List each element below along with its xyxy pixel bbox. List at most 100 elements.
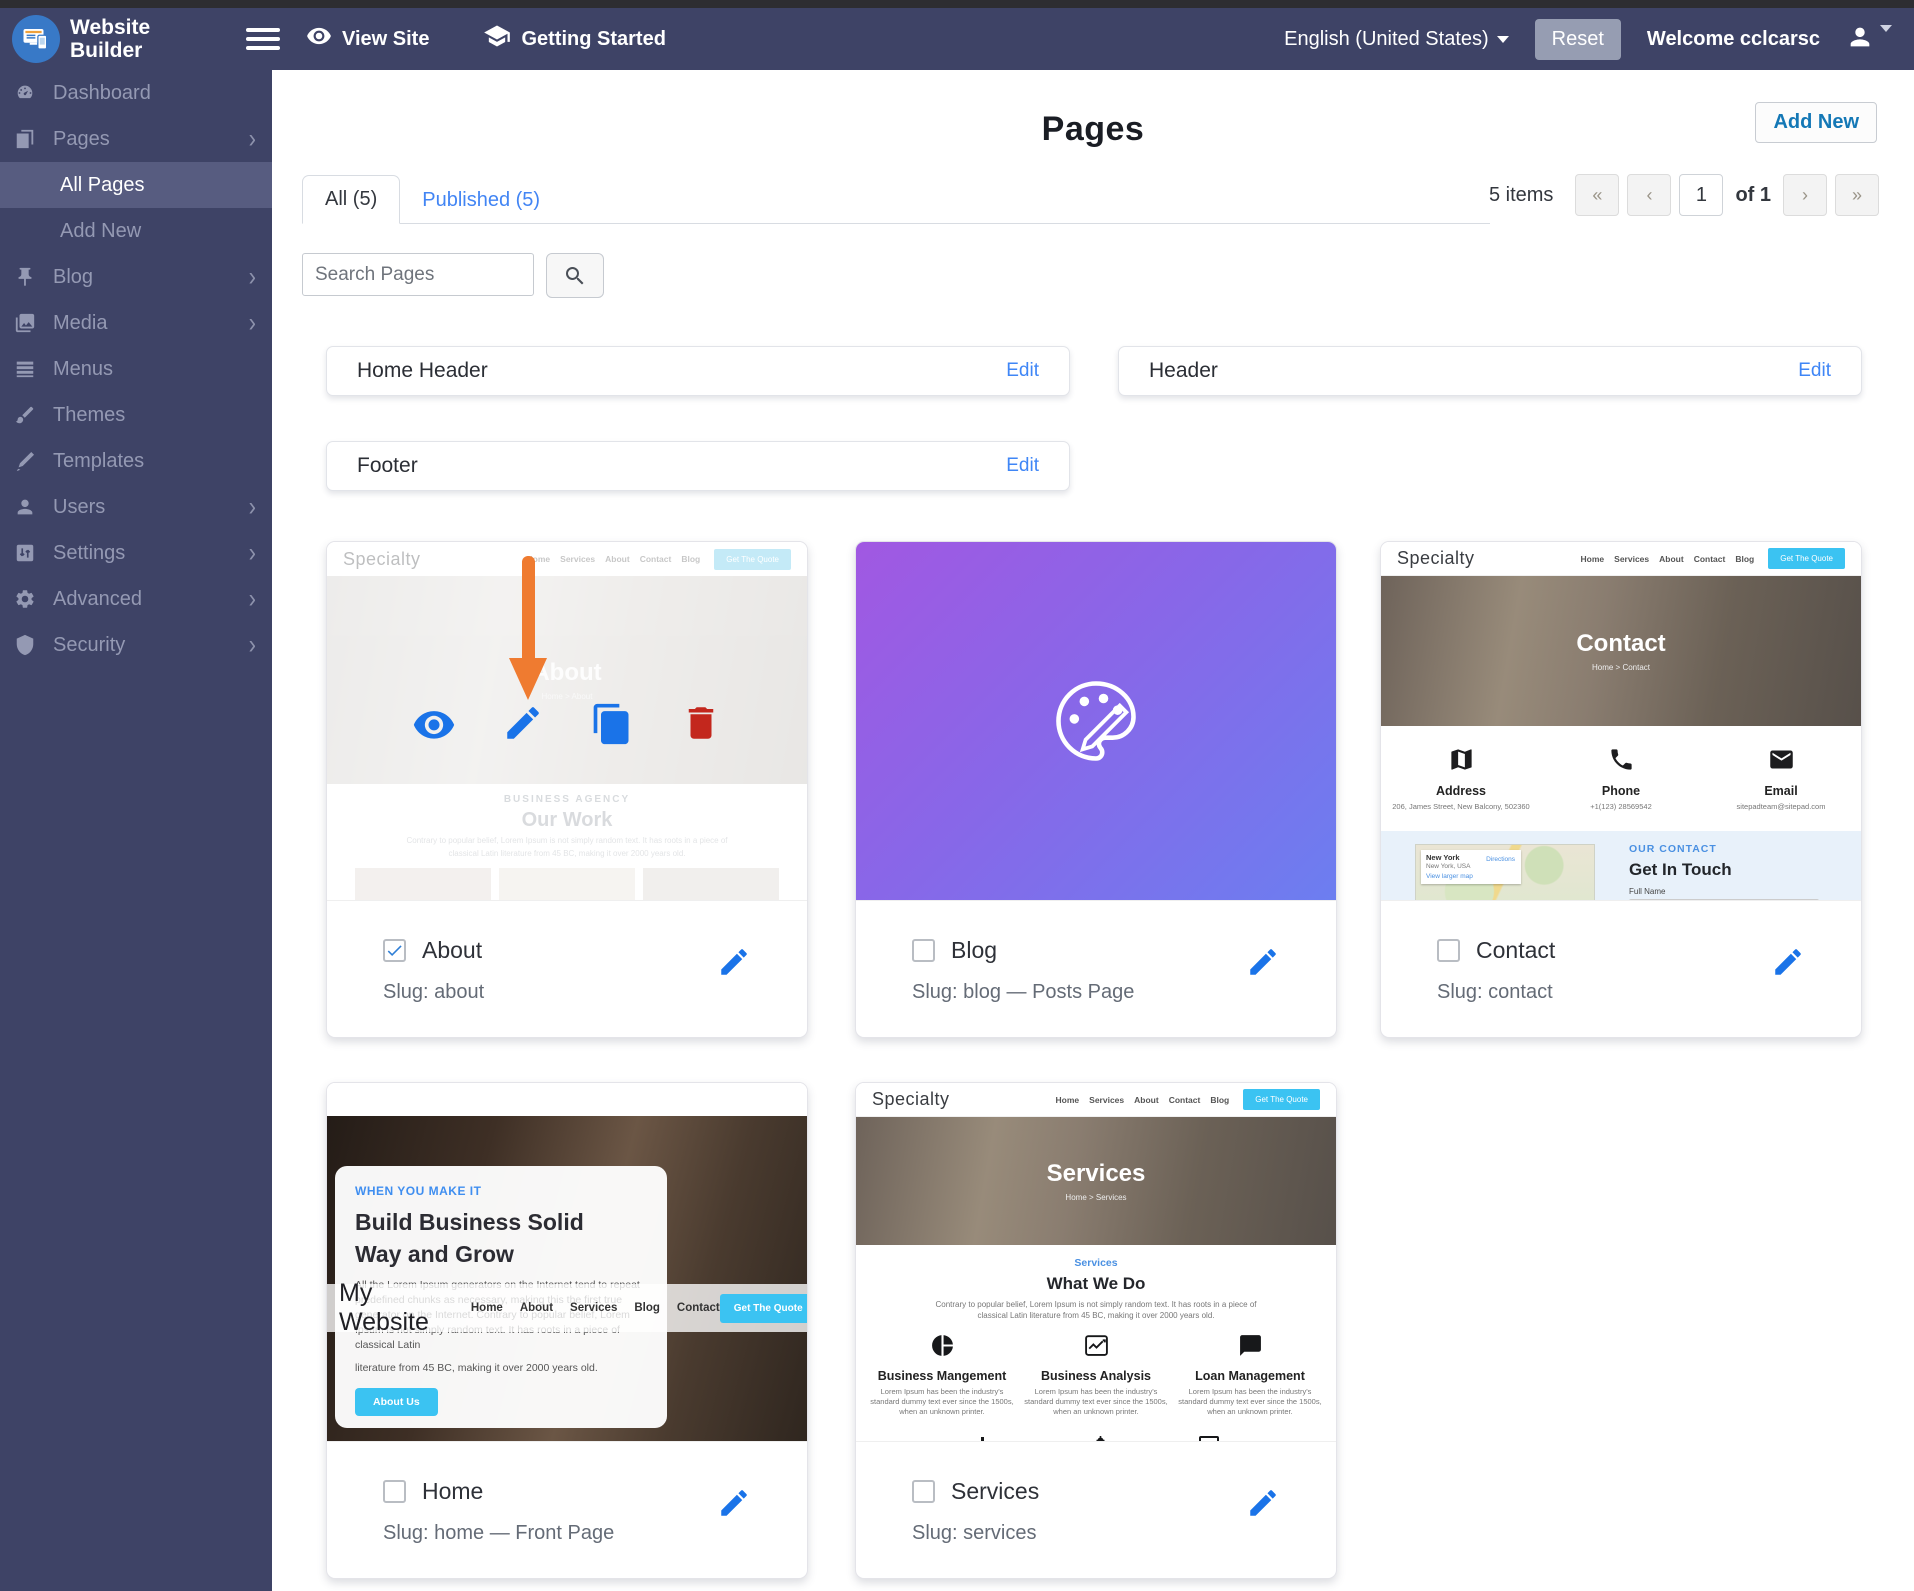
map-preview: New York New York, USA View larger map D… [1415, 844, 1595, 901]
sidebar-item-templates[interactable]: Templates [0, 438, 272, 484]
user-icon [14, 496, 36, 518]
app-logo[interactable]: Website Builder [0, 15, 272, 63]
view-site-button[interactable]: View Site [306, 23, 429, 55]
getting-started-label: Getting Started [521, 28, 665, 51]
edit-link[interactable]: Edit [1006, 455, 1039, 477]
sidebar-item-label: Security [53, 634, 125, 657]
sidebar-item-label: Themes [53, 404, 125, 427]
edit-pencil-icon[interactable] [1246, 945, 1280, 979]
welcome-user-label: Welcome cclcarsc [1647, 28, 1820, 51]
sidebar-item-add-new[interactable]: Add New [0, 208, 272, 254]
page-checkbox[interactable] [912, 939, 935, 962]
about-us-button-preview: About Us [355, 1388, 438, 1416]
page-thumbnail[interactable]: Specialty HomeServicesAboutContactBlog G… [327, 542, 807, 901]
sidebar-item-settings[interactable]: Settings › [0, 530, 272, 576]
preview-cta: Get The Quote [714, 549, 791, 570]
next-page-button[interactable]: › [1783, 174, 1827, 216]
main-content: Pages Add New All (5) Published (5) 5 it… [272, 70, 1914, 1591]
sidebar-item-security[interactable]: Security › [0, 622, 272, 668]
view-site-label: View Site [342, 28, 429, 51]
preview-cta: Get The Quote [720, 1294, 807, 1323]
partial-title: Home Header [357, 359, 488, 383]
tab-published[interactable]: Published (5) [400, 177, 562, 224]
sidebar-item-label: Blog [53, 266, 93, 289]
page-thumbnail[interactable] [856, 542, 1336, 901]
sidebar: Dashboard Pages › All Pages Add New Blog… [0, 70, 272, 1591]
duplicate-icon[interactable] [590, 702, 634, 746]
site-preview: Specialty HomeServicesAboutContactBlog G… [856, 1083, 1336, 1442]
tab-all[interactable]: All (5) [302, 175, 400, 224]
media-icon [14, 312, 36, 334]
user-menu[interactable] [1846, 23, 1892, 56]
sidebar-item-blog[interactable]: Blog › [0, 254, 272, 300]
page-checkbox[interactable] [912, 1480, 935, 1503]
search-bar [302, 253, 604, 298]
sidebar-item-label: Advanced [53, 588, 142, 611]
prev-page-button[interactable]: ‹ [1627, 174, 1671, 216]
last-page-button[interactable]: » [1835, 174, 1879, 216]
preview-cta: Get The Quote [1768, 548, 1845, 569]
add-new-button[interactable]: Add New [1755, 102, 1877, 143]
reset-button[interactable]: Reset [1535, 19, 1621, 60]
edit-link[interactable]: Edit [1798, 360, 1831, 382]
page-card-blog: Blog Slug: blog — Posts Page [855, 541, 1337, 1038]
edit-pencil-icon[interactable] [502, 702, 544, 744]
sidebar-item-dashboard[interactable]: Dashboard [0, 70, 272, 116]
page-checkbox[interactable] [383, 1480, 406, 1503]
page-checkbox[interactable] [1437, 939, 1460, 962]
page-card-contact: Specialty HomeServicesAboutContactBlog G… [1380, 541, 1862, 1038]
sidebar-item-users[interactable]: Users › [0, 484, 272, 530]
palette-icon [1046, 671, 1146, 771]
sidebar-item-label: Templates [53, 450, 144, 473]
sidebar-item-label: Menus [53, 358, 113, 381]
pushpin-icon [14, 266, 36, 288]
search-button[interactable] [546, 253, 604, 298]
page-thumbnail[interactable]: WHEN YOU MAKE IT Build Business SolidWay… [327, 1083, 807, 1442]
edit-pencil-icon[interactable] [717, 945, 751, 979]
edit-pencil-icon[interactable] [1246, 1486, 1280, 1520]
monitor-icon [1197, 1433, 1221, 1442]
chevron-right-icon: › [249, 583, 256, 614]
sidebar-item-menus[interactable]: Menus [0, 346, 272, 392]
edit-pencil-icon[interactable] [1771, 945, 1805, 979]
brush-icon [14, 404, 36, 426]
sidebar-item-themes[interactable]: Themes [0, 392, 272, 438]
sidebar-item-all-pages[interactable]: All Pages [0, 162, 272, 208]
page-card-footer: Home Slug: home — Front Page [327, 1442, 807, 1545]
current-page-input[interactable]: 1 [1679, 174, 1723, 216]
first-page-button[interactable]: « [1575, 174, 1619, 216]
page-card-footer: About Slug: about [327, 901, 807, 1004]
language-label: English (United States) [1284, 28, 1489, 51]
preview-brand: Specialty [872, 1089, 950, 1110]
sidebar-item-pages[interactable]: Pages › [0, 116, 272, 162]
chevron-right-icon: › [249, 537, 256, 568]
sidebar-subitem-label: Add New [60, 220, 141, 243]
partial-footer: Footer Edit [326, 441, 1070, 491]
search-input[interactable] [302, 253, 534, 296]
edit-pencil-icon[interactable] [717, 1486, 751, 1520]
page-thumbnail[interactable]: Specialty HomeServicesAboutContactBlog G… [856, 1083, 1336, 1442]
graduation-cap-icon [483, 22, 511, 56]
sidebar-item-label: Media [53, 312, 107, 335]
menu-toggle-icon[interactable] [246, 23, 280, 55]
trash-icon[interactable] [680, 702, 722, 744]
page-of-label: of 1 [1731, 184, 1775, 207]
chat-icon [1238, 1333, 1263, 1358]
page-slug: Slug: contact [1437, 981, 1805, 1004]
preview-brand: Specialty [343, 549, 421, 570]
sidebar-item-media[interactable]: Media › [0, 300, 272, 346]
preview-eye-icon[interactable] [412, 702, 456, 746]
page-card-footer: Contact Slug: contact [1381, 901, 1861, 1004]
language-dropdown[interactable]: English (United States) [1284, 28, 1509, 51]
page-slug: Slug: about [383, 981, 751, 1004]
phone-icon [1608, 746, 1635, 773]
edit-link[interactable]: Edit [1006, 360, 1039, 382]
page-slug: Slug: home — Front Page [383, 1522, 751, 1545]
page-thumbnail[interactable]: Specialty HomeServicesAboutContactBlog G… [1381, 542, 1861, 901]
page-checkbox[interactable] [383, 939, 406, 962]
site-preview: Specialty HomeServicesAboutContactBlog G… [1381, 542, 1861, 901]
page-title-label: About [422, 937, 482, 964]
preview-site-name: My Website [339, 1279, 429, 1337]
getting-started-button[interactable]: Getting Started [483, 22, 665, 56]
sidebar-item-advanced[interactable]: Advanced › [0, 576, 272, 622]
